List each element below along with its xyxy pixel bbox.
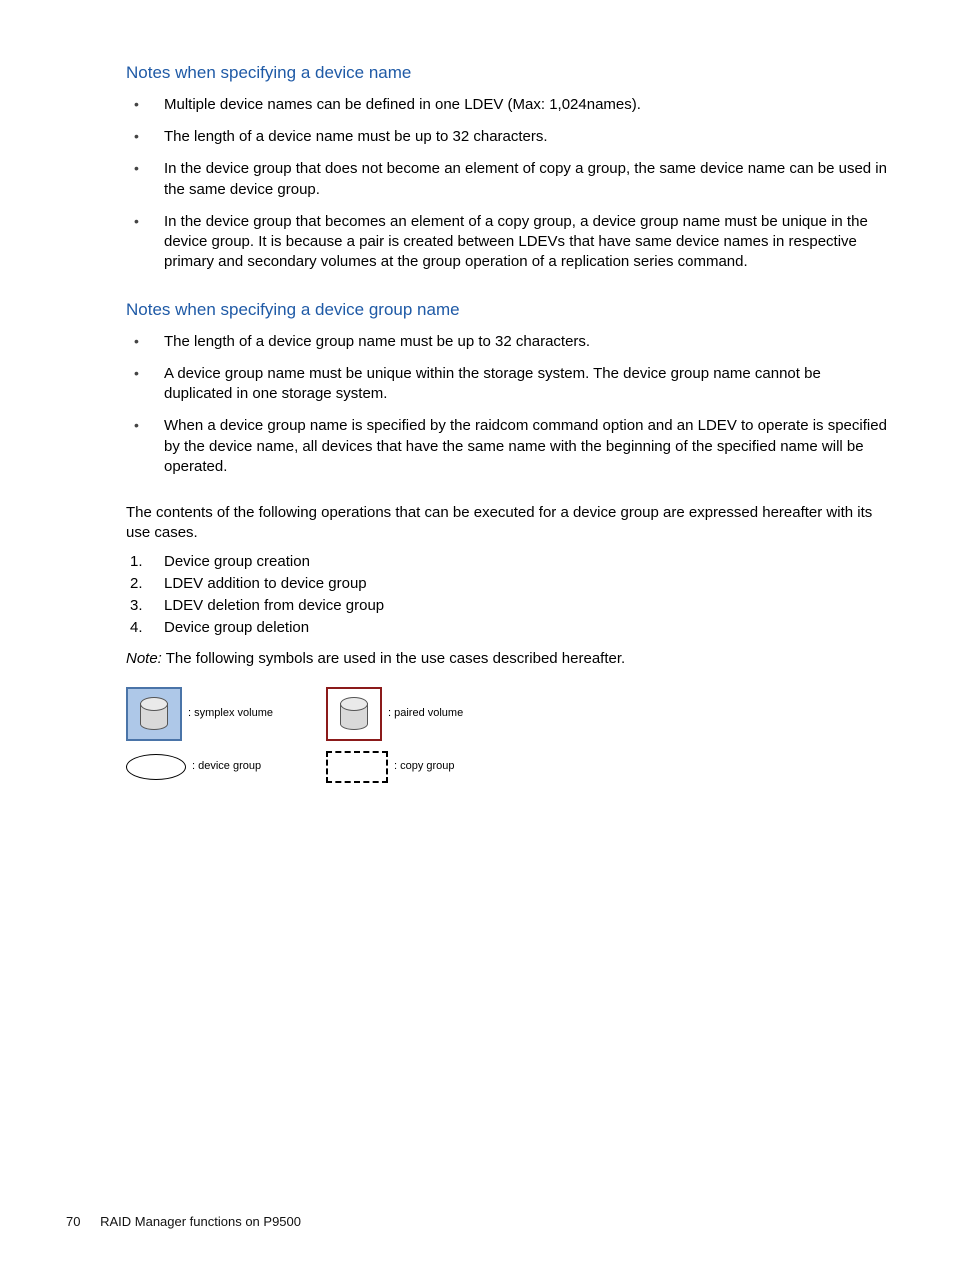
list-item: In the device group that does not become… <box>126 159 888 212</box>
list-item: A device group name must be unique withi… <box>126 364 888 417</box>
cylinder-icon <box>340 697 368 730</box>
note-text: The following symbols are used in the us… <box>166 650 625 667</box>
list-item: Device group creation <box>126 552 888 574</box>
legend-label-simplex: : symplex volume <box>188 706 273 721</box>
paired-volume-icon <box>326 687 382 741</box>
section-heading-device-group-name: Notes when specifying a device group nam… <box>126 299 888 322</box>
legend-cell: : copy group <box>326 751 526 783</box>
footer-title: RAID Manager functions on P9500 <box>100 1214 301 1229</box>
bullet-list-device-group-name: The length of a device group name must b… <box>66 332 888 490</box>
list-item: In the device group that becomes an elem… <box>126 212 888 285</box>
legend-cell: : paired volume <box>326 687 526 741</box>
section-heading-device-name: Notes when specifying a device name <box>126 62 888 85</box>
symbol-legend: : symplex volume : paired volume : devic… <box>126 687 888 783</box>
legend-cell: : symplex volume <box>126 687 326 741</box>
legend-cell: : device group <box>126 754 326 780</box>
list-item: Device group deletion <box>126 618 888 640</box>
legend-label-paired: : paired volume <box>388 706 463 721</box>
bullet-list-device-name: Multiple device names can be defined in … <box>66 95 888 285</box>
operations-list: Device group creation LDEV addition to d… <box>66 552 888 641</box>
page-number: 70 <box>66 1214 80 1229</box>
document-page: Notes when specifying a device name Mult… <box>0 0 954 1271</box>
list-item: LDEV addition to device group <box>126 574 888 596</box>
list-item: LDEV deletion from device group <box>126 596 888 618</box>
list-item: Multiple device names can be defined in … <box>126 95 888 127</box>
list-item: When a device group name is specified by… <box>126 416 888 489</box>
intro-paragraph: The contents of the following operations… <box>126 503 888 544</box>
legend-label-copy-group: : copy group <box>394 759 455 774</box>
note-label: Note: <box>126 650 162 667</box>
list-item: The length of a device name must be up t… <box>126 127 888 159</box>
simplex-volume-icon <box>126 687 182 741</box>
cylinder-icon <box>140 697 168 730</box>
copy-group-icon <box>326 751 388 783</box>
device-group-icon <box>126 754 186 780</box>
legend-row: : device group : copy group <box>126 751 888 783</box>
legend-row: : symplex volume : paired volume <box>126 687 888 741</box>
list-item: The length of a device group name must b… <box>126 332 888 364</box>
note-line: Note: The following symbols are used in … <box>126 649 888 669</box>
page-footer: 70 RAID Manager functions on P9500 <box>66 1213 301 1231</box>
legend-label-device-group: : device group <box>192 759 261 774</box>
